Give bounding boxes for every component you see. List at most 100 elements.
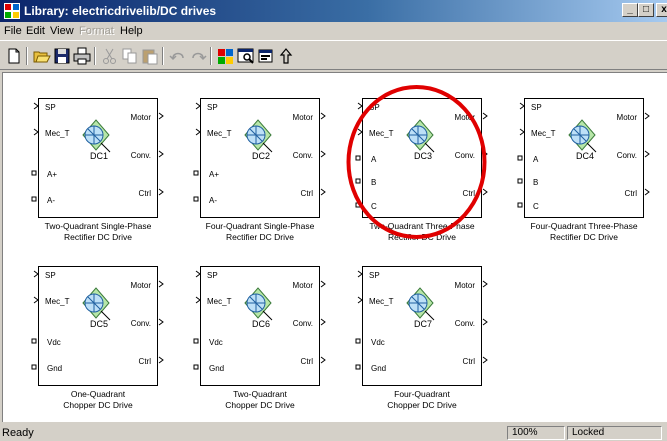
print-icon[interactable] [72,46,92,66]
dc-drive-icon [406,287,435,321]
toolbar-separator [210,47,212,65]
port-label: Vdc [371,338,385,347]
go-to-parent-icon[interactable] [276,46,296,66]
block-name: DC7 [413,319,432,329]
dc-drive-icon [82,287,111,321]
block-name: DC3 [413,151,432,161]
block-name: DC2 [251,151,270,161]
zoom-level: 100% [507,426,565,440]
paste-icon[interactable] [140,46,160,66]
port-label: Gnd [209,364,225,373]
port-label: Ctrl [300,357,313,366]
port-label: A- [209,196,217,205]
toolbar-separator [94,47,96,65]
block-name: DC4 [575,151,594,161]
block-dc3[interactable]: SP Mec_T A B C Motor Conv. Ctrl DC3 [362,98,482,218]
block-caption: Two-Quadrant Chopper DC Drive [225,389,295,410]
undo-icon[interactable] [168,46,188,66]
simulink-library-icon [4,3,20,19]
port-label: SP [369,103,380,112]
port-label: Ctrl [624,189,637,198]
port-label: Mec_T [207,297,232,306]
menu-bar: File Edit View Format Help [0,22,667,40]
library-canvas[interactable]: SP Mec_T A+ A- Motor Conv. Ctrl DC1 Two-… [2,72,667,422]
lock-status: Locked [567,426,662,440]
block-name: DC1 [89,151,108,161]
block-caption: One-Quadrant Chopper DC Drive [63,389,133,410]
block-caption: Two-Quadrant Three-Phase Rectifier DC Dri… [369,221,475,242]
port-label: Motor [616,113,637,122]
dc-drive-icon [244,287,273,321]
port-label: Mec_T [45,297,70,306]
dc-drive-icon [244,119,273,153]
port-label: Mec_T [45,129,70,138]
block-dc7[interactable]: SP Mec_T Vdc Gnd Motor Conv. Ctrl DC7 [362,266,482,386]
menu-view[interactable]: View [50,25,74,37]
redo-icon[interactable] [188,46,208,66]
toolbar-separator [162,47,164,65]
port-label: Motor [292,113,313,122]
block-caption: Four-Quadrant Single-Phase Rectifier DC D… [205,221,315,242]
port-label: A+ [47,170,58,179]
status-bar: Ready 100% Locked [0,424,667,441]
menu-help[interactable]: Help [120,25,143,37]
port-label: Ctrl [138,357,151,366]
menu-file[interactable]: File [4,25,22,37]
cut-icon[interactable] [100,46,120,66]
dc-drive-icon [82,119,111,153]
block-dc2[interactable]: SP Mec_T A+ A- Motor Conv. Ctrl DC2 [200,98,320,218]
dc-drive-icon [406,119,435,153]
port-label: A+ [209,170,220,179]
port-label: Motor [130,281,151,290]
port-label: A- [47,196,55,205]
port-label: Ctrl [462,189,475,198]
window-title: Library: electricdrivelib/DC drives [24,4,217,18]
port-label: Ctrl [138,189,151,198]
port-label: SP [45,271,56,280]
port-label: Motor [130,113,151,122]
status-text: Ready [2,427,34,439]
block-name: DC6 [251,319,270,329]
port-label: Ctrl [462,357,475,366]
block-dc4[interactable]: SP Mec_T A B C Motor Conv. Ctrl DC4 [524,98,644,218]
model-explorer-icon[interactable] [236,46,256,66]
block-name: DC5 [89,319,108,329]
port-label: Vdc [47,338,61,347]
block-caption: Two-Quadrant Single-Phase Rectifier DC Dr… [44,221,152,242]
port-label: B [533,178,539,187]
port-label: Mec_T [369,129,394,138]
menu-edit[interactable]: Edit [26,25,45,37]
port-label: SP [531,103,542,112]
save-icon[interactable] [52,46,72,66]
port-label: B [371,178,377,187]
port-label: Mec_T [531,129,556,138]
port-label: Motor [454,113,475,122]
block-dc6[interactable]: SP Mec_T Vdc Gnd Motor Conv. Ctrl DC6 [200,266,320,386]
port-label: C [533,202,539,211]
title-bar[interactable]: Library: electricdrivelib/DC drives _ □ … [0,0,667,22]
port-label: Motor [292,281,313,290]
block-dc1[interactable]: SP Mec_T A+ A- Motor Conv. Ctrl DC1 [38,98,158,218]
port-label: SP [207,103,218,112]
port-label: SP [207,271,218,280]
maximize-button[interactable]: □ [638,3,654,17]
block-caption: Four-Quadrant Three-Phase Rectifier DC Dr… [530,221,638,242]
port-label: Gnd [47,364,63,373]
debugger-icon[interactable] [256,46,276,66]
copy-icon[interactable] [120,46,140,66]
toolbar-separator [26,47,28,65]
block-caption: Four-Quadrant Chopper DC Drive [387,389,457,410]
toolbar [0,40,667,70]
open-icon[interactable] [32,46,52,66]
port-label: Gnd [371,364,387,373]
menu-format[interactable]: Format [79,25,114,37]
minimize-button[interactable]: _ [622,3,638,17]
library-browser-icon[interactable] [216,46,236,66]
port-label: SP [45,103,56,112]
block-dc5[interactable]: SP Mec_T Vdc Gnd Motor Conv. Ctrl DC5 [38,266,158,386]
close-button[interactable]: x [656,3,667,17]
port-label: Ctrl [300,189,313,198]
port-label: Vdc [209,338,223,347]
port-label: Mec_T [207,129,232,138]
new-icon[interactable] [4,46,24,66]
